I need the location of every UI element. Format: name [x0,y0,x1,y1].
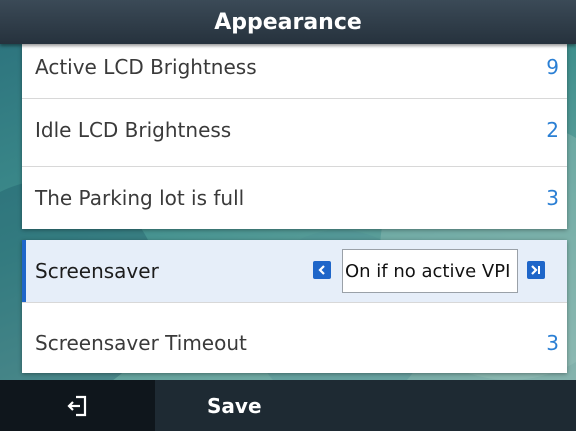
settings-list: Screensaver On if no active VPI Screensa… [22,240,567,373]
save-button[interactable]: Save [207,380,262,431]
selection-indicator [22,240,26,302]
list-item-label: Active LCD Brightness [35,55,257,79]
screensaver-option-field[interactable]: On if no active VPI [342,249,518,293]
list-item-active-lcd-brightness[interactable]: Active LCD Brightness 9 [22,36,567,98]
exit-icon [66,395,86,416]
settings-list: Active LCD Brightness 9 Idle LCD Brightn… [22,44,567,229]
next-option-button[interactable] [527,261,545,279]
list-item-parking-lot-full[interactable]: The Parking lot is full 3 [22,167,567,229]
chevron-left-icon [318,265,325,275]
list-item-label: The Parking lot is full [35,186,245,210]
list-item-value: 3 [546,331,559,355]
list-item-value: 9 [546,55,559,79]
list-item-value: 3 [546,186,559,210]
divider [22,302,567,303]
list-item-label: Idle LCD Brightness [35,118,232,142]
list-item-label: Screensaver Timeout [35,331,247,355]
page-title: Appearance [0,0,576,44]
list-item-value: 2 [546,118,559,142]
chevron-right-end-icon [531,265,540,275]
previous-option-button[interactable] [313,261,331,279]
list-item-idle-lcd-brightness[interactable]: Idle LCD Brightness 2 [22,99,567,161]
softkey-bar: Save [0,380,576,431]
list-item-screensaver-timeout[interactable]: Screensaver Timeout 3 [22,312,567,374]
list-item-screensaver[interactable]: Screensaver On if no active VPI [22,240,567,302]
list-item-label: Screensaver [35,259,159,283]
exit-button[interactable] [0,380,155,431]
